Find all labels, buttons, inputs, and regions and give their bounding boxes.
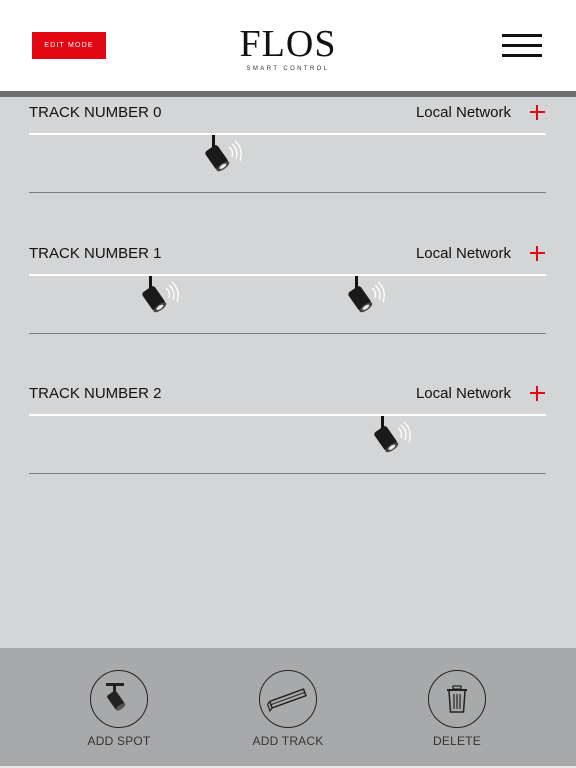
add-spot-button[interactable]: ADD SPOT (74, 670, 164, 748)
track-title: TRACK NUMBER 0 (29, 104, 162, 121)
app-header: EDIT MODE FLOS SMART CONTROL (0, 0, 576, 91)
track-baseline (29, 192, 546, 193)
track-baseline (29, 333, 546, 334)
track-0: TRACK NUMBER 0 Local Network (0, 104, 576, 214)
track-network-label: Local Network (415, 385, 511, 402)
spotlight-icon[interactable] (342, 276, 390, 324)
delete-label: DELETE (433, 734, 481, 748)
track-1: TRACK NUMBER 1 Local Network (0, 245, 576, 355)
plus-icon[interactable] (529, 245, 545, 261)
spotlight-icon[interactable] (368, 416, 416, 464)
track-rail-icon (259, 670, 317, 728)
edit-mode-button[interactable]: EDIT MODE (32, 32, 106, 59)
spotlight-icon[interactable] (199, 135, 247, 183)
track-rail (29, 274, 546, 276)
spotlight-icon (90, 670, 148, 728)
logo-subtitle: SMART CONTROL (246, 66, 330, 72)
trash-icon (428, 670, 486, 728)
add-spot-label: ADD SPOT (87, 734, 151, 748)
track-network-label: Local Network (415, 104, 511, 121)
delete-button[interactable]: DELETE (412, 670, 502, 748)
plus-icon[interactable] (529, 104, 545, 120)
track-network-label: Local Network (415, 245, 511, 262)
plus-icon[interactable] (529, 385, 545, 401)
add-track-button[interactable]: ADD TRACK (243, 670, 333, 748)
header-divider (0, 91, 576, 97)
hamburger-menu-icon[interactable] (502, 34, 542, 58)
track-title: TRACK NUMBER 1 (29, 245, 162, 262)
track-baseline (29, 473, 546, 474)
flos-logo: FLOS SMART CONTROL (236, 24, 340, 72)
bottom-toolbar: ADD SPOT ADD TRACK DELETE (0, 648, 576, 768)
track-rail (29, 133, 546, 135)
track-title: TRACK NUMBER 2 (29, 385, 162, 402)
add-track-label: ADD TRACK (252, 734, 324, 748)
track-rail (29, 414, 546, 416)
logo-text: FLOS (239, 23, 337, 65)
spotlight-icon[interactable] (136, 276, 184, 324)
track-2: TRACK NUMBER 2 Local Network (0, 385, 576, 495)
